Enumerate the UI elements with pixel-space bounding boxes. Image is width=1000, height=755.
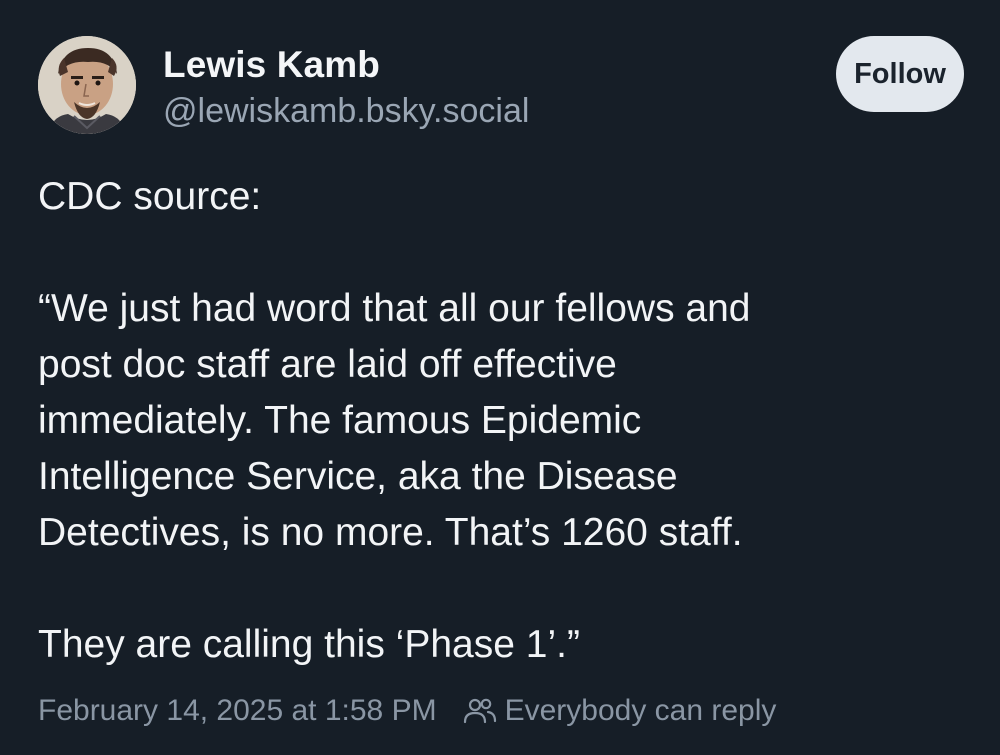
follow-button[interactable]: Follow — [836, 36, 964, 112]
avatar-portrait-icon — [38, 36, 136, 134]
reply-setting[interactable]: Everybody can reply — [505, 694, 777, 728]
post-paragraph: CDC source: — [38, 175, 262, 218]
post-paragraph: “We just had word that all our fellows a… — [38, 287, 751, 554]
avatar[interactable] — [38, 36, 136, 134]
people-icon — [463, 696, 497, 726]
author-name[interactable]: Lewis Kamb — [163, 44, 380, 86]
post-paragraph: They are calling this ‘Phase 1’.” — [38, 623, 580, 666]
post-card: Lewis Kamb @lewiskamb.bsky.social Follow… — [0, 0, 1000, 755]
post-timestamp[interactable]: February 14, 2025 at 1:58 PM — [38, 694, 437, 728]
post-text: CDC source: “We just had word that all o… — [38, 169, 978, 673]
post-meta: February 14, 2025 at 1:58 PM Everybody c… — [38, 691, 776, 731]
author-handle[interactable]: @lewiskamb.bsky.social — [163, 92, 529, 131]
post-header: Lewis Kamb @lewiskamb.bsky.social Follow — [38, 36, 964, 136]
